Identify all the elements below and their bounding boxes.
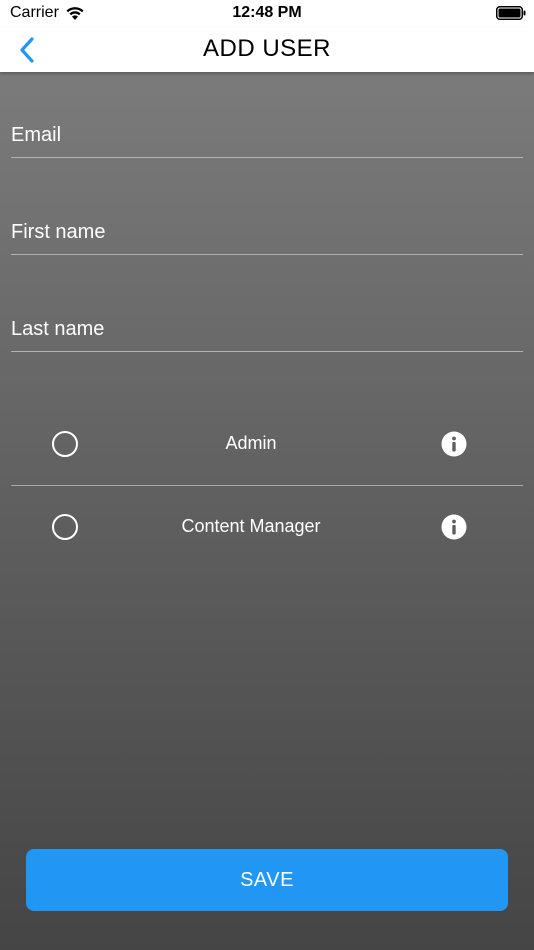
first-name-field-container bbox=[11, 194, 523, 255]
first-name-field[interactable] bbox=[11, 216, 523, 248]
add-user-form: Admin Content Manager SAVE bbox=[0, 72, 534, 950]
role-label-content-manager: Content Manager bbox=[181, 516, 321, 536]
role-option-admin[interactable]: Admin bbox=[0, 422, 534, 466]
navigation-bar: ADD USER bbox=[0, 28, 534, 72]
battery-icon bbox=[496, 6, 526, 20]
email-field-container bbox=[11, 97, 523, 158]
role-label-admin: Admin bbox=[225, 433, 277, 453]
info-icon[interactable] bbox=[441, 514, 467, 540]
page-title: ADD USER bbox=[202, 35, 332, 62]
status-time: 12:48 PM bbox=[232, 4, 302, 21]
last-name-field[interactable] bbox=[11, 313, 523, 345]
email-field[interactable] bbox=[11, 119, 523, 151]
role-divider bbox=[11, 485, 523, 486]
status-bar: Carrier 12:48 PM bbox=[0, 0, 534, 28]
role-option-content-manager[interactable]: Content Manager bbox=[0, 505, 534, 549]
last-name-field-container bbox=[11, 291, 523, 352]
info-icon[interactable] bbox=[441, 431, 467, 457]
save-button[interactable]: SAVE bbox=[26, 849, 508, 911]
